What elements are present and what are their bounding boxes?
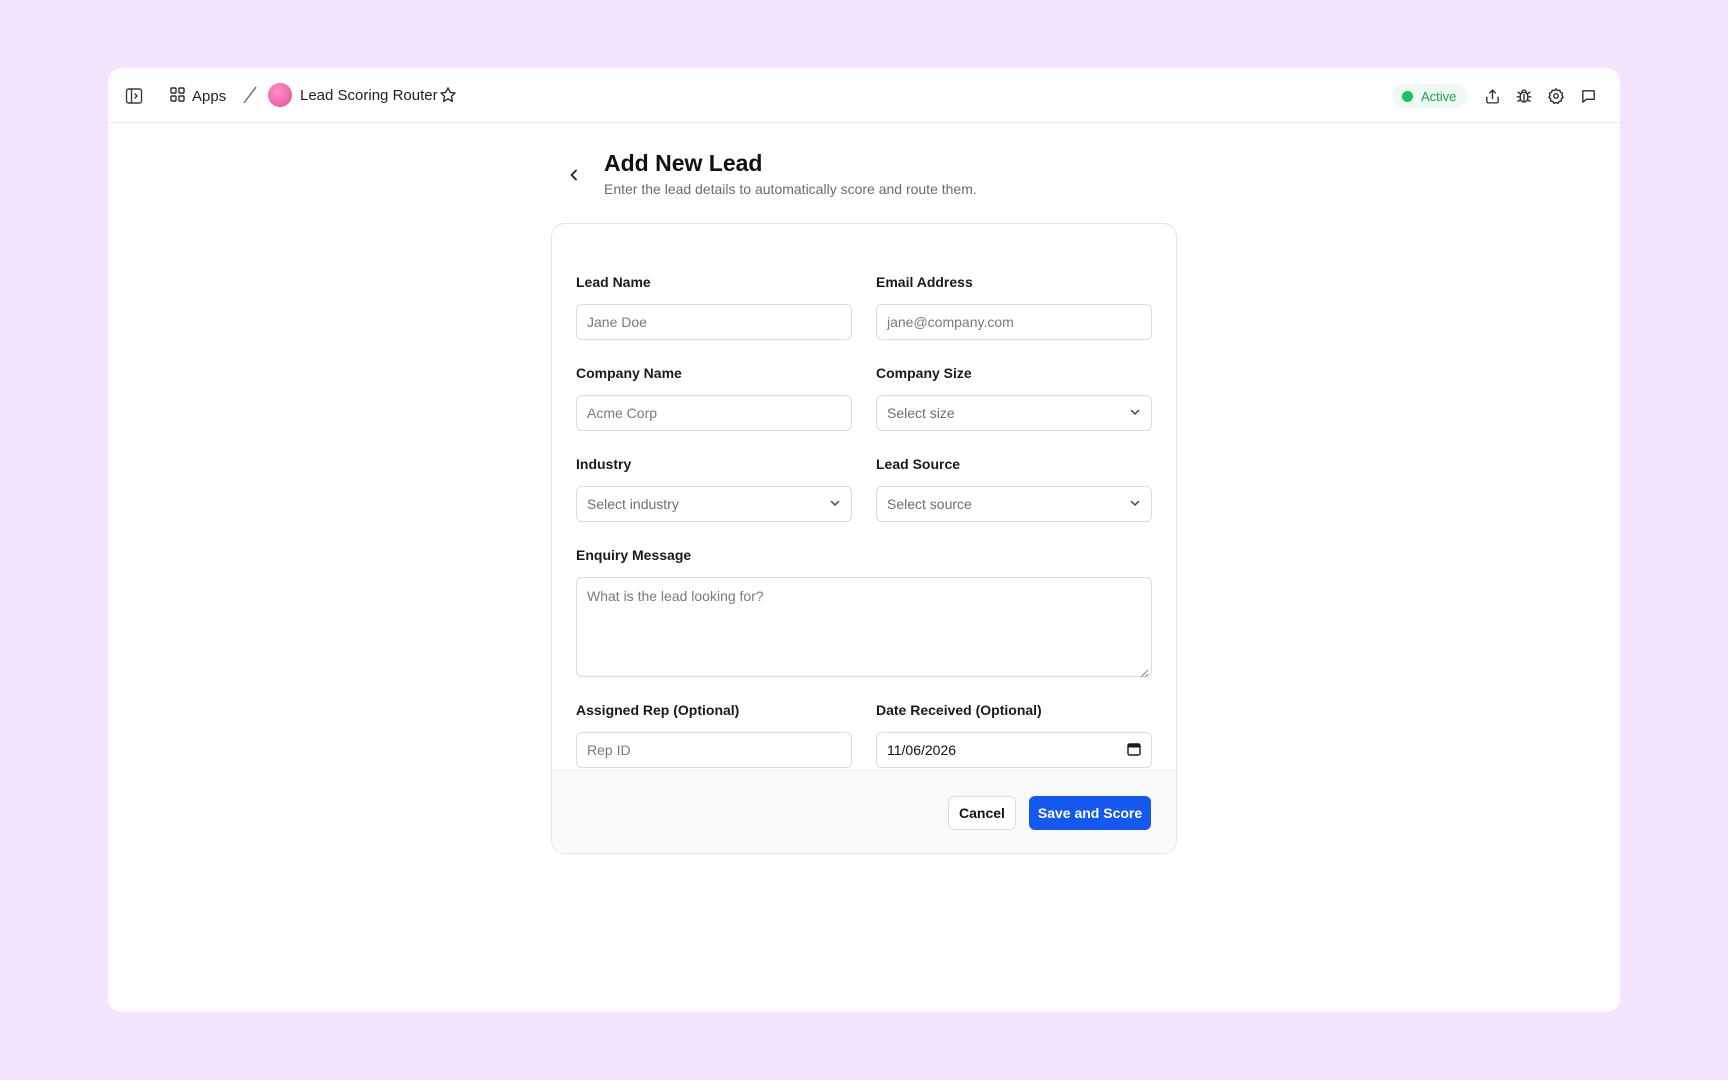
date-received-input[interactable]: 11/06/2026 xyxy=(876,732,1152,768)
back-chevron-icon[interactable] xyxy=(560,161,588,189)
date-received-label: Date Received (Optional) xyxy=(876,702,1042,718)
company-size-value: Select size xyxy=(887,405,955,421)
lead-form-card: Lead Name Email Address Company Name Com… xyxy=(551,223,1177,854)
calendar-icon[interactable] xyxy=(1127,742,1141,759)
chat-icon[interactable] xyxy=(1574,82,1602,110)
enquiry-textarea[interactable] xyxy=(576,577,1152,677)
status-dot xyxy=(1402,90,1413,102)
lead-name-input[interactable] xyxy=(576,304,852,340)
app-title[interactable]: Lead Scoring Router xyxy=(300,87,438,104)
company-name-input[interactable] xyxy=(576,395,852,431)
cancel-button[interactable]: Cancel xyxy=(948,796,1016,830)
share-icon[interactable] xyxy=(1478,82,1506,110)
email-label: Email Address xyxy=(876,274,973,290)
breadcrumb-apps[interactable]: Apps xyxy=(170,82,226,110)
lead-source-value: Select source xyxy=(887,496,972,512)
app-avatar xyxy=(268,83,292,107)
email-input[interactable] xyxy=(876,304,1152,340)
app-window: Apps Lead Scoring Router Active Add New … xyxy=(108,68,1620,1012)
industry-label: Industry xyxy=(576,456,632,472)
company-size-label: Company Size xyxy=(876,365,972,381)
page-title: Add New Lead xyxy=(604,150,763,176)
chevron-down-icon xyxy=(829,496,841,512)
industry-value: Select industry xyxy=(587,496,679,512)
bug-icon[interactable] xyxy=(1510,82,1538,110)
company-size-select[interactable]: Select size xyxy=(876,395,1152,431)
resize-handle-icon[interactable] xyxy=(1140,665,1149,683)
status-badge: Active xyxy=(1392,84,1469,108)
star-icon[interactable] xyxy=(434,81,462,109)
lead-name-label: Lead Name xyxy=(576,274,651,290)
lead-source-select[interactable]: Select source xyxy=(876,486,1152,522)
assigned-rep-input[interactable] xyxy=(576,732,852,768)
form-footer: Cancel Save and Score xyxy=(552,770,1176,853)
sidebar-toggle-icon[interactable] xyxy=(120,82,148,110)
date-received-value: 11/06/2026 xyxy=(887,742,957,758)
breadcrumb-apps-label: Apps xyxy=(192,87,227,105)
gear-icon[interactable] xyxy=(1542,82,1570,110)
company-name-label: Company Name xyxy=(576,365,682,381)
industry-select[interactable]: Select industry xyxy=(576,486,852,522)
assigned-rep-label: Assigned Rep (Optional) xyxy=(576,702,740,718)
save-and-score-button[interactable]: Save and Score xyxy=(1029,796,1151,830)
chevron-down-icon xyxy=(1129,496,1141,512)
page-subtitle: Enter the lead details to automatically … xyxy=(604,181,977,197)
chevron-down-icon xyxy=(1129,405,1141,421)
enquiry-label: Enquiry Message xyxy=(576,547,692,563)
grid-icon xyxy=(170,86,185,106)
lead-source-label: Lead Source xyxy=(876,456,961,472)
status-label: Active xyxy=(1421,88,1457,104)
breadcrumb-separator xyxy=(242,84,258,111)
top-bar: Apps Lead Scoring Router Active xyxy=(108,68,1620,123)
